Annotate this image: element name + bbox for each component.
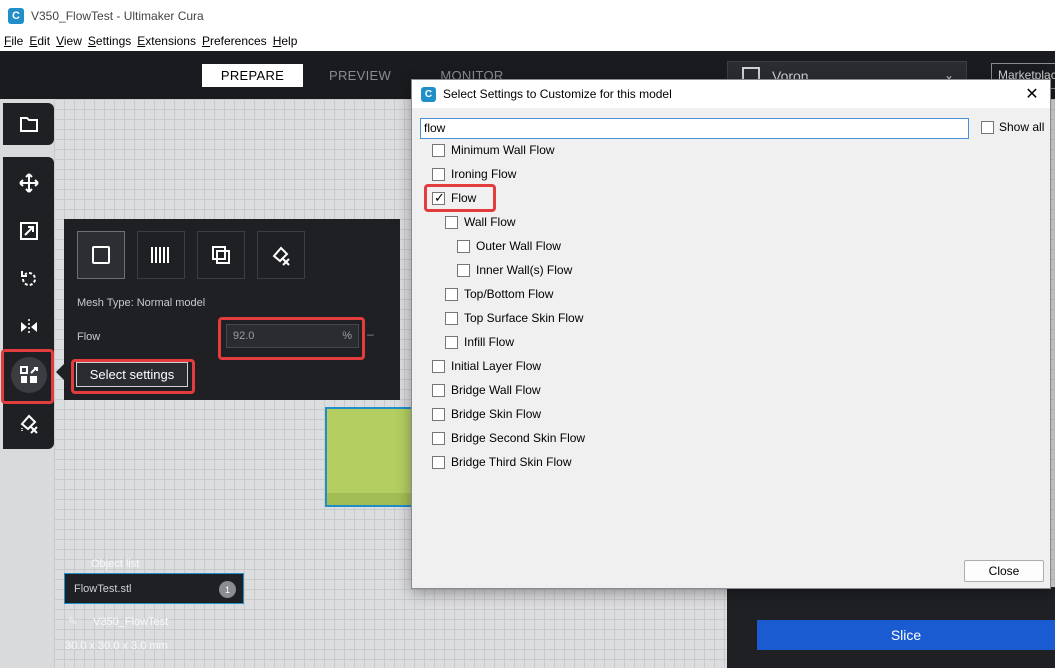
setting-flow[interactable]: Flow <box>432 190 476 206</box>
setting-inner-wall-flow[interactable]: Inner Wall(s) Flow <box>457 262 572 278</box>
cura-logo-icon: C <box>8 7 24 24</box>
menu-file[interactable]: File <box>4 34 23 48</box>
close-button[interactable]: Close <box>964 560 1044 582</box>
setting-checkbox[interactable] <box>432 407 445 421</box>
support-blocker-button[interactable] <box>3 399 54 447</box>
per-model-settings-button[interactable] <box>3 351 54 399</box>
setting-checkbox[interactable] <box>445 335 458 349</box>
folder-icon <box>19 117 38 132</box>
setting-checkbox[interactable] <box>432 143 445 157</box>
close-icon[interactable]: ✕ <box>1022 84 1042 104</box>
flow-reset-dash: – <box>367 327 374 341</box>
scale-icon <box>19 222 38 240</box>
support-blocker-icon <box>272 246 290 266</box>
mesh-type-label: Mesh Type: Normal model <box>77 297 206 309</box>
setting-bridge-skin-flow[interactable]: Bridge Skin Flow <box>432 406 541 422</box>
setting-minimum-wall-flow[interactable]: Minimum Wall Flow <box>432 142 555 158</box>
menu-settings[interactable]: Settings <box>88 34 131 48</box>
select-settings-button[interactable]: Select settings <box>76 362 188 387</box>
menu-bar: File Edit View Settings Extensions Prefe… <box>0 31 1055 51</box>
flow-value: 92.0 <box>233 330 255 342</box>
infill-mesh-button[interactable] <box>137 231 185 279</box>
support-mesh-button[interactable] <box>257 231 305 279</box>
setting-checkbox[interactable] <box>432 359 445 373</box>
rotate-tool-button[interactable] <box>3 255 54 303</box>
infill-lines-icon <box>151 247 169 263</box>
rotate-icon <box>20 271 36 286</box>
show-all-label: Show all <box>999 120 1045 134</box>
dialog-titlebar: C Select Settings to Customize for this … <box>412 80 1050 108</box>
menu-view[interactable]: View <box>56 34 82 48</box>
move-icon <box>18 173 39 193</box>
cura-logo-icon: C <box>421 86 436 102</box>
show-all-check[interactable] <box>981 120 994 134</box>
setting-bridge-wall-flow[interactable]: Bridge Wall Flow <box>432 382 541 398</box>
object-list-title[interactable]: Object list <box>91 558 139 570</box>
setting-top-bottom-flow[interactable]: Top/Bottom Flow <box>445 286 553 302</box>
project-name[interactable]: V350_FlowTest <box>93 616 168 628</box>
menu-preferences[interactable]: Preferences <box>202 34 267 48</box>
open-file-button[interactable] <box>3 103 54 145</box>
setting-checkbox[interactable] <box>445 287 458 301</box>
per-model-settings-icon <box>19 366 38 383</box>
window-titlebar: C V350_FlowTest - Ultimaker Cura <box>0 0 1055 31</box>
object-list-item[interactable]: FlowTest.stl 1 <box>64 573 244 604</box>
setting-checkbox[interactable] <box>457 263 470 277</box>
left-toolbar <box>3 103 54 449</box>
flow-input[interactable]: 92.0 % <box>226 324 359 348</box>
mirror-tool-button[interactable] <box>3 303 54 351</box>
tab-preview[interactable]: PREVIEW <box>320 64 400 87</box>
panel-arrow <box>56 364 64 380</box>
setting-checkbox[interactable] <box>445 311 458 325</box>
setting-checkbox[interactable] <box>457 239 470 253</box>
model-on-plate[interactable] <box>325 407 425 507</box>
normal-model-button[interactable] <box>77 231 125 279</box>
setting-checkbox[interactable] <box>432 455 445 469</box>
extruder-badge: 1 <box>219 581 236 598</box>
window-title: V350_FlowTest - Ultimaker Cura <box>31 8 204 23</box>
menu-edit[interactable]: Edit <box>29 34 50 48</box>
dialog-title: Select Settings to Customize for this mo… <box>443 87 672 101</box>
square-icon <box>92 246 110 264</box>
tool-group <box>3 157 54 449</box>
slice-button[interactable]: Slice <box>757 620 1055 650</box>
select-settings-dialog: C Select Settings to Customize for this … <box>411 79 1051 589</box>
overlap-mesh-button[interactable] <box>197 231 245 279</box>
menu-help[interactable]: Help <box>273 34 298 48</box>
per-model-settings-panel: Mesh Type: Normal model Flow 92.0 % – Se… <box>64 219 400 400</box>
setting-bridge-third-skin-flow[interactable]: Bridge Third Skin Flow <box>432 454 572 470</box>
setting-wall-flow[interactable]: Wall Flow <box>445 214 516 230</box>
tab-prepare[interactable]: PREPARE <box>202 64 303 87</box>
object-name: FlowTest.stl <box>74 582 132 595</box>
setting-checkbox-checked[interactable] <box>432 190 445 206</box>
scale-tool-button[interactable] <box>3 207 54 255</box>
per-model-settings-highlight <box>10 357 47 393</box>
setting-checkbox[interactable] <box>445 215 458 229</box>
settings-search-input[interactable]: flow <box>420 118 969 139</box>
flow-unit: % <box>342 330 352 342</box>
support-blocker-icon <box>20 414 38 434</box>
setting-outer-wall-flow[interactable]: Outer Wall Flow <box>457 238 561 254</box>
pencil-icon[interactable]: ✎ <box>68 615 77 628</box>
setting-checkbox[interactable] <box>432 383 445 397</box>
flow-label: Flow <box>77 331 101 343</box>
overlap-icon <box>212 246 230 264</box>
model-dimensions: 30.0 x 30.0 x 3.0 mm <box>65 640 168 652</box>
setting-checkbox[interactable] <box>432 167 445 181</box>
move-tool-button[interactable] <box>3 159 54 207</box>
mirror-icon <box>20 319 37 335</box>
setting-ironing-flow[interactable]: Ironing Flow <box>432 166 516 182</box>
menu-extensions[interactable]: Extensions <box>137 34 196 48</box>
setting-infill-flow[interactable]: Infill Flow <box>445 334 514 350</box>
setting-initial-layer-flow[interactable]: Initial Layer Flow <box>432 358 541 374</box>
setting-top-surface-skin-flow[interactable]: Top Surface Skin Flow <box>445 310 583 326</box>
setting-checkbox[interactable] <box>432 431 445 445</box>
show-all-checkbox[interactable]: Show all <box>981 120 1044 134</box>
setting-bridge-second-skin-flow[interactable]: Bridge Second Skin Flow <box>432 430 585 446</box>
